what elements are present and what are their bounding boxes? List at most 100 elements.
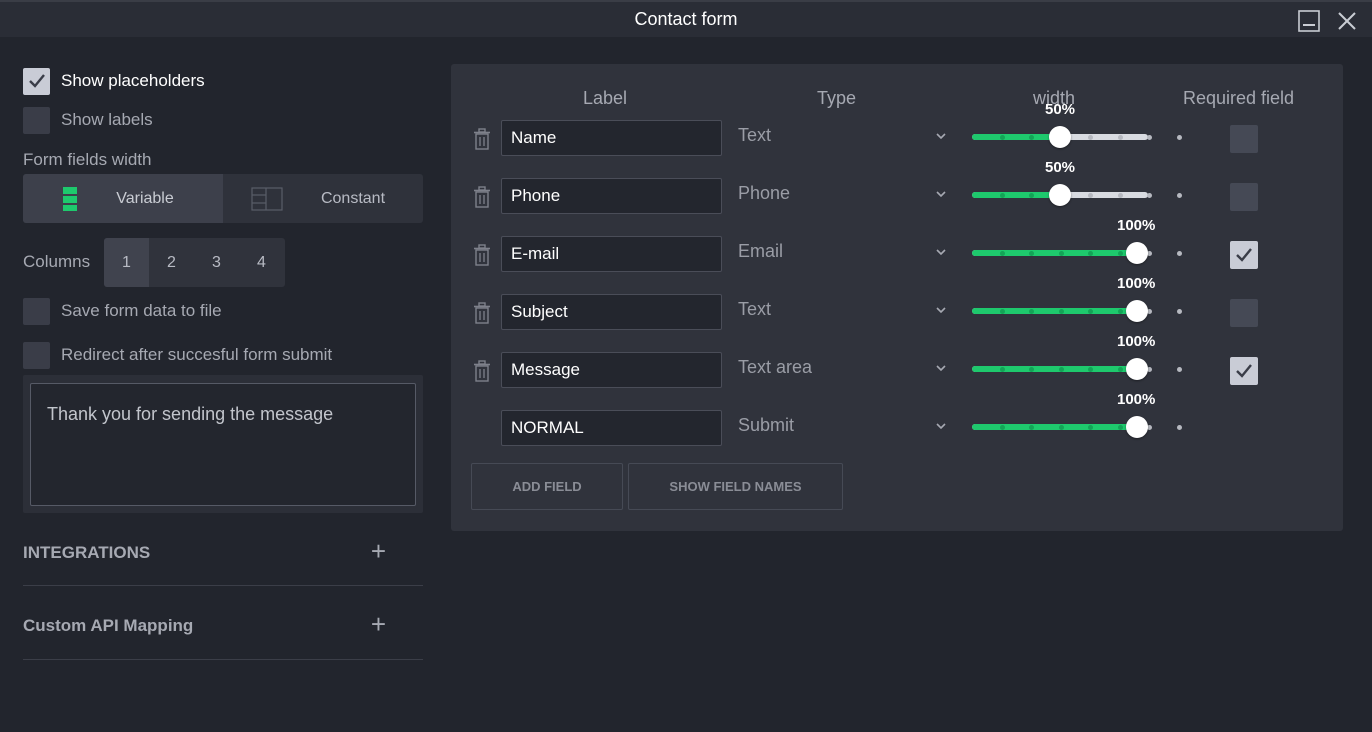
slider-tick bbox=[1058, 251, 1064, 256]
field-label-input[interactable] bbox=[501, 294, 722, 330]
columns-option-1[interactable]: 1 bbox=[104, 238, 149, 287]
show-placeholders-checkbox[interactable] bbox=[23, 67, 50, 95]
slider-tick bbox=[1058, 367, 1064, 372]
slider-tick bbox=[999, 425, 1005, 430]
expand-custom-api-icon[interactable]: + bbox=[371, 609, 386, 640]
field-width-slider[interactable]: 100% bbox=[972, 217, 1182, 275]
trash-icon bbox=[474, 302, 490, 324]
slider-tick bbox=[1088, 309, 1093, 314]
slider-fill bbox=[972, 134, 1060, 140]
field-width-slider[interactable]: 50% bbox=[972, 159, 1182, 217]
field-row: Text area 100% bbox=[451, 333, 1343, 391]
slider-handle[interactable] bbox=[1049, 184, 1071, 206]
integrations-section[interactable]: INTEGRATIONS + bbox=[23, 512, 423, 586]
slider-tick bbox=[1176, 309, 1182, 314]
required-field-checkbox[interactable] bbox=[1230, 299, 1258, 327]
width-mode-variable-label: Variable bbox=[116, 189, 174, 207]
columns-option-2[interactable]: 2 bbox=[149, 238, 194, 287]
width-mode-constant[interactable]: Constant bbox=[223, 174, 423, 223]
field-width-slider[interactable]: 100% bbox=[972, 333, 1182, 391]
slider-tick bbox=[1176, 425, 1182, 430]
field-label-input[interactable] bbox=[501, 410, 722, 446]
field-width-value: 50% bbox=[1045, 159, 1076, 176]
slider-tick bbox=[1029, 193, 1034, 198]
minimize-icon bbox=[1298, 10, 1320, 32]
delete-field-button[interactable] bbox=[472, 186, 492, 213]
close-button[interactable] bbox=[1335, 9, 1359, 33]
field-type-select[interactable]: Submit bbox=[738, 415, 948, 443]
columns-selector: 1 2 3 4 bbox=[104, 238, 285, 287]
delete-field-button[interactable] bbox=[472, 360, 492, 387]
delete-field-button[interactable] bbox=[472, 244, 492, 271]
field-label-input[interactable] bbox=[501, 236, 722, 272]
form-fields-width-label: Form fields width bbox=[23, 150, 152, 169]
delete-field-button[interactable] bbox=[472, 128, 492, 155]
show-labels-checkbox[interactable] bbox=[23, 106, 50, 134]
save-form-data-checkbox[interactable] bbox=[23, 297, 50, 325]
field-row: Phone 50% bbox=[451, 159, 1343, 217]
slider-tick bbox=[1029, 135, 1034, 140]
slider-fill bbox=[972, 366, 1137, 372]
window-title: Contact form bbox=[634, 9, 738, 29]
required-field-checkbox[interactable] bbox=[1230, 357, 1258, 385]
slider-fill bbox=[972, 424, 1137, 430]
redirect-label: Redirect after succesful form submit bbox=[61, 345, 333, 364]
field-type-value: Submit bbox=[738, 415, 795, 435]
required-field-checkbox[interactable] bbox=[1230, 183, 1258, 211]
integrations-title: INTEGRATIONS bbox=[23, 543, 151, 562]
slider-handle[interactable] bbox=[1049, 126, 1071, 148]
field-row: Email 100% bbox=[451, 217, 1343, 275]
slider-fill bbox=[972, 250, 1137, 256]
show-labels-label: Show labels bbox=[61, 110, 153, 129]
thank-you-message-textarea[interactable]: Thank you for sending the message bbox=[30, 383, 416, 506]
slider-tick bbox=[1117, 309, 1123, 314]
slider-tick bbox=[1029, 425, 1034, 430]
field-row: Submit 100% bbox=[451, 391, 1343, 449]
field-row: Text 50% bbox=[451, 101, 1343, 159]
field-type-select[interactable]: Text bbox=[738, 299, 948, 327]
add-field-button[interactable]: ADD FIELD bbox=[471, 463, 623, 510]
field-type-select[interactable]: Email bbox=[738, 241, 948, 269]
field-width-slider[interactable]: 100% bbox=[972, 391, 1182, 449]
trash-icon bbox=[474, 244, 490, 266]
save-form-data-label: Save form data to file bbox=[61, 301, 222, 320]
slider-tick bbox=[999, 193, 1005, 198]
slider-handle[interactable] bbox=[1126, 300, 1148, 322]
width-mode-variable[interactable]: Variable bbox=[23, 174, 223, 223]
slider-tick bbox=[1088, 135, 1093, 140]
minimize-button[interactable] bbox=[1297, 9, 1321, 33]
save-form-data-option: Save form data to file bbox=[23, 297, 222, 325]
redirect-option: Redirect after succesful form submit bbox=[23, 341, 332, 369]
field-width-slider[interactable]: 100% bbox=[972, 275, 1182, 333]
width-mode-constant-label: Constant bbox=[320, 189, 386, 207]
field-type-select[interactable]: Phone bbox=[738, 183, 948, 211]
field-width-value: 100% bbox=[1117, 217, 1156, 234]
delete-field-button[interactable] bbox=[472, 302, 492, 329]
required-field-checkbox[interactable] bbox=[1230, 241, 1258, 269]
field-type-value: Email bbox=[738, 241, 784, 261]
field-label-input[interactable] bbox=[501, 352, 722, 388]
title-bar: Contact form bbox=[0, 0, 1372, 37]
custom-api-section[interactable]: Custom API Mapping + bbox=[23, 586, 423, 660]
columns-option-3[interactable]: 3 bbox=[194, 238, 239, 287]
redirect-checkbox[interactable] bbox=[23, 341, 50, 369]
slider-tick bbox=[999, 367, 1005, 372]
required-field-checkbox[interactable] bbox=[1230, 125, 1258, 153]
field-type-value: Phone bbox=[738, 183, 791, 203]
field-width-slider[interactable]: 50% bbox=[972, 101, 1182, 159]
slider-handle[interactable] bbox=[1126, 242, 1148, 264]
columns-option-4[interactable]: 4 bbox=[239, 238, 284, 287]
slider-handle[interactable] bbox=[1126, 416, 1148, 438]
show-field-names-button[interactable]: SHOW FIELD NAMES bbox=[628, 463, 843, 510]
chevron-down-icon bbox=[936, 307, 946, 314]
slider-tick bbox=[999, 251, 1005, 256]
slider-handle[interactable] bbox=[1126, 358, 1148, 380]
thank-you-message-container: Thank you for sending the message bbox=[23, 375, 423, 513]
width-mode-toggle: Variable Constant bbox=[23, 174, 423, 223]
field-type-select[interactable]: Text bbox=[738, 125, 948, 153]
expand-integrations-icon[interactable]: + bbox=[371, 536, 386, 567]
slider-tick bbox=[1147, 135, 1152, 140]
field-label-input[interactable] bbox=[501, 178, 722, 214]
field-type-select[interactable]: Text area bbox=[738, 357, 948, 385]
field-label-input[interactable] bbox=[501, 120, 722, 156]
